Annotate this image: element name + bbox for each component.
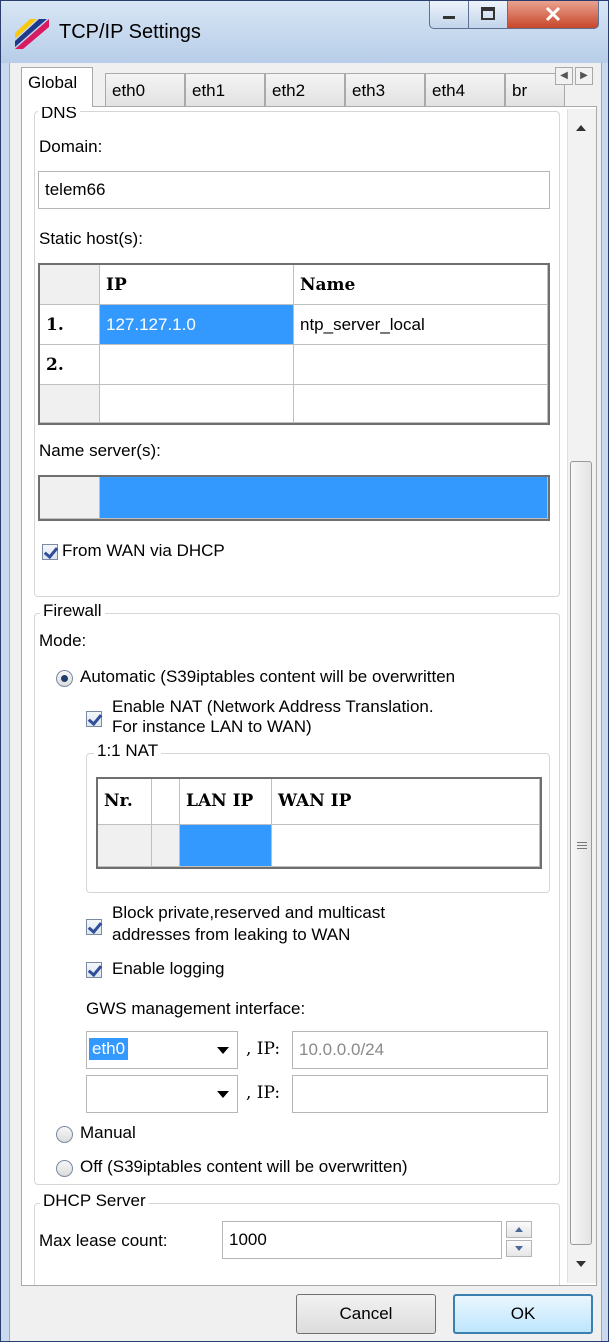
static-hosts-label: Static host(s): <box>39 229 143 248</box>
spin-down-icon[interactable] <box>506 1240 532 1257</box>
nat-wan-ip-cell[interactable] <box>272 825 540 867</box>
tab-scroll-right-icon[interactable]: ▶ <box>575 67 593 85</box>
window-title: TCP/IP Settings <box>59 21 201 43</box>
cancel-button[interactable]: Cancel <box>296 1294 436 1334</box>
app-icon <box>15 19 49 49</box>
close-icon <box>545 6 561 22</box>
domain-label: Domain: <box>39 137 103 156</box>
close-button[interactable] <box>507 1 599 29</box>
domain-input[interactable]: telem66 <box>38 171 550 209</box>
name-server-cell[interactable] <box>100 477 548 519</box>
chevron-down-icon <box>217 1091 229 1098</box>
enable-logging-checkbox[interactable] <box>86 962 102 978</box>
tab-eth3[interactable]: eth3 <box>345 73 425 107</box>
row-number <box>40 385 100 423</box>
grip-icon <box>577 842 587 843</box>
row-number: 1. <box>40 305 100 345</box>
ok-button[interactable]: OK <box>453 1294 593 1334</box>
tab-eth0[interactable]: eth0 <box>105 73 185 107</box>
enable-nat-checkbox[interactable] <box>86 711 102 727</box>
ip-column-header[interactable]: IP <box>100 265 294 305</box>
gws-ip-input-2[interactable] <box>292 1075 548 1113</box>
enable-nat-label: Enable NAT (Network Address Translation. <box>112 697 434 716</box>
firewall-legend: Firewall <box>40 601 105 621</box>
gws-interface-select-2[interactable] <box>86 1075 238 1113</box>
block-private-checkbox[interactable] <box>86 919 102 935</box>
lan-ip-column-header[interactable]: LAN IP <box>180 779 272 825</box>
automatic-label: Automatic (S39iptables content will be o… <box>80 667 456 686</box>
tab-eth4[interactable]: eth4 <box>425 73 505 107</box>
enable-nat-label-line2: For instance LAN to WAN) <box>112 717 312 736</box>
one-to-one-nat-legend: 1:1 NAT <box>94 741 162 761</box>
wan-ip-column-header[interactable]: WAN IP <box>272 779 540 825</box>
gws-interface-value <box>89 1082 95 1104</box>
row-number <box>40 477 100 519</box>
name-servers-label: Name server(s): <box>39 441 161 460</box>
block-private-label-line2: addresses from leaking to WAN <box>112 925 351 944</box>
manual-label: Manual <box>80 1123 136 1142</box>
spin-up-icon[interactable] <box>506 1221 532 1238</box>
host-ip-cell[interactable]: 127.127.1.0 <box>100 305 294 345</box>
dns-legend: DNS <box>38 107 80 123</box>
scroll-up-icon[interactable] <box>576 125 586 131</box>
off-label: Off (S39iptables content will be overwri… <box>80 1157 408 1176</box>
scrollbar-thumb[interactable] <box>570 461 592 1245</box>
scroll-down-icon[interactable] <box>576 1261 586 1267</box>
host-name-cell[interactable]: ntp_server_local <box>294 305 548 345</box>
host-name-cell[interactable] <box>294 385 548 423</box>
maximize-icon <box>481 7 495 20</box>
title-bar[interactable]: TCP/IP Settings <box>1 1 608 63</box>
max-lease-input[interactable]: 1000 <box>222 1221 502 1259</box>
nr-column-header[interactable]: Nr. <box>98 779 152 825</box>
chevron-down-icon <box>217 1047 229 1054</box>
minimize-icon <box>443 16 455 19</box>
mode-label: Mode: <box>39 631 87 650</box>
gws-interface-value: eth0 <box>89 1038 129 1060</box>
gws-ip-input-1[interactable]: 10.0.0.0/24 <box>292 1031 548 1069</box>
nat-row-number <box>98 825 152 867</box>
ip-label: , IP: <box>246 1083 281 1103</box>
tab-scroll-left-icon[interactable]: ◀ <box>555 67 573 85</box>
host-ip-cell[interactable] <box>100 385 294 423</box>
gws-interface-select-1[interactable]: eth0 <box>86 1031 238 1069</box>
vertical-scrollbar[interactable] <box>567 109 596 1283</box>
tab-bar: Global eth0 eth1 eth2 eth3 eth4 br ◀ ▶ <box>21 65 601 107</box>
nat-table[interactable]: Nr. LAN IP WAN IP <box>96 777 542 869</box>
maximize-button[interactable] <box>468 1 508 29</box>
table-corner <box>40 265 100 305</box>
row-number: 2. <box>40 345 100 385</box>
from-wan-dhcp-label: From WAN via DHCP <box>62 541 225 560</box>
static-hosts-table[interactable]: IP Name 1. 127.127.1.0 ntp_server_local … <box>38 263 550 425</box>
block-private-label: Block private,reserved and multicast <box>112 903 386 922</box>
name-column-header[interactable]: Name <box>294 265 548 305</box>
global-tab-panel: DNS Domain: telem66 Static host(s): IP N… <box>21 106 597 1286</box>
manual-radio[interactable] <box>56 1126 73 1143</box>
nat-row-marker <box>152 825 180 867</box>
off-radio[interactable] <box>56 1160 73 1177</box>
dhcp-server-legend: DHCP Server <box>40 1191 149 1211</box>
tab-global[interactable]: Global <box>21 67 93 107</box>
max-lease-label: Max lease count: <box>39 1231 168 1250</box>
automatic-radio[interactable] <box>56 670 73 687</box>
host-name-cell[interactable] <box>294 345 548 385</box>
gws-management-label: GWS management interface: <box>86 999 306 1018</box>
nat-lan-ip-cell[interactable] <box>180 825 272 867</box>
tab-eth2[interactable]: eth2 <box>265 73 345 107</box>
enable-logging-label: Enable logging <box>112 959 225 978</box>
nat-blank-header <box>152 779 180 825</box>
max-lease-spinner[interactable] <box>506 1221 534 1259</box>
tcpip-settings-window: TCP/IP Settings Global eth0 eth1 eth2 et… <box>0 0 609 1342</box>
name-servers-table[interactable] <box>38 475 550 521</box>
tab-eth1[interactable]: eth1 <box>185 73 265 107</box>
ip-label: , IP: <box>246 1039 281 1059</box>
minimize-button[interactable] <box>429 1 469 29</box>
host-ip-cell[interactable] <box>100 345 294 385</box>
from-wan-dhcp-checkbox[interactable] <box>42 544 58 560</box>
